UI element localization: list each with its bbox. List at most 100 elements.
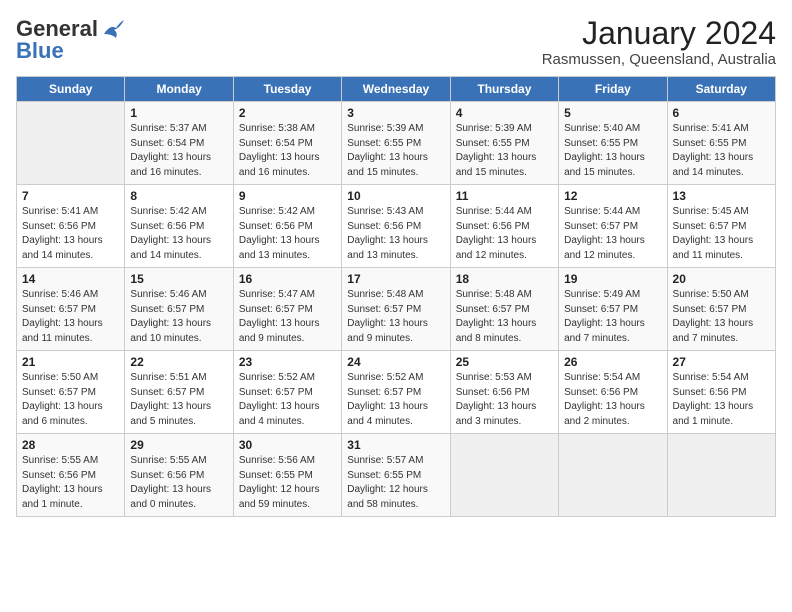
calendar-cell: [559, 434, 667, 517]
day-info: Sunrise: 5:57 AM Sunset: 6:55 PM Dayligh…: [347, 454, 444, 512]
col-header-tuesday: Tuesday: [233, 77, 341, 102]
calendar-cell: 13Sunrise: 5:45 AM Sunset: 6:57 PM Dayli…: [667, 185, 775, 268]
calendar-cell: 10 Sunrise: 5:43 AM Sunset: 6:56 PM Dayli…: [342, 185, 450, 268]
col-header-monday: Monday: [125, 77, 233, 102]
day-number: 23: [239, 355, 336, 369]
calendar-cell: [17, 102, 125, 185]
calendar-cell: [667, 434, 775, 517]
calendar-cell: 6 Sunrise: 5:41 AM Sunset: 6:55 PM Daylig…: [667, 102, 775, 185]
day-number: 8: [130, 189, 227, 203]
day-number: 27: [673, 355, 770, 369]
calendar-cell: 27 Sunrise: 5:54 AM Sunset: 6:56 PM Dayli…: [667, 351, 775, 434]
day-number: 25: [456, 355, 553, 369]
calendar-cell: 19 Sunrise: 5:49 AM Sunset: 6:57 PM Dayli…: [559, 268, 667, 351]
day-info: Sunrise: 5:55 AM Sunset: 6:56 PM Dayligh…: [22, 454, 119, 512]
day-info: Sunrise: 5:46 AM Sunset: 6:57 PM Dayligh…: [22, 288, 119, 346]
day-number: 18: [456, 272, 553, 286]
calendar-cell: 21 Sunrise: 5:50 AM Sunset: 6:57 PM Dayli…: [17, 351, 125, 434]
day-info: Sunrise: 5:54 AM Sunset: 6:56 PM Dayligh…: [673, 371, 770, 429]
day-info: Sunrise: 5:45 AM Sunset: 6:57 PM Dayligh…: [673, 205, 770, 263]
logo-bird-icon: [102, 20, 124, 38]
day-number: 17: [347, 272, 444, 286]
day-info: Sunrise: 5:42 AM Sunset: 6:56 PM Dayligh…: [239, 205, 336, 263]
day-number: 22: [130, 355, 227, 369]
day-info: Sunrise: 5:54 AM Sunset: 6:56 PM Dayligh…: [564, 371, 661, 429]
day-info: Sunrise: 5:41 AM Sunset: 6:56 PM Dayligh…: [22, 205, 119, 263]
day-info: Sunrise: 5:44 AM Sunset: 6:56 PM Dayligh…: [456, 205, 553, 263]
day-info: Sunrise: 5:46 AM Sunset: 6:57 PM Dayligh…: [130, 288, 227, 346]
day-number: 15: [130, 272, 227, 286]
day-number: 26: [564, 355, 661, 369]
day-info: Sunrise: 5:51 AM Sunset: 6:57 PM Dayligh…: [130, 371, 227, 429]
day-info: Sunrise: 5:47 AM Sunset: 6:57 PM Dayligh…: [239, 288, 336, 346]
day-number: 3: [347, 106, 444, 120]
calendar-cell: 31 Sunrise: 5:57 AM Sunset: 6:55 PM Dayli…: [342, 434, 450, 517]
col-header-thursday: Thursday: [450, 77, 558, 102]
day-number: 9: [239, 189, 336, 203]
day-number: 10: [347, 189, 444, 203]
day-number: 16: [239, 272, 336, 286]
day-info: Sunrise: 5:39 AM Sunset: 6:55 PM Dayligh…: [456, 122, 553, 180]
day-number: 28: [22, 438, 119, 452]
day-info: Sunrise: 5:37 AM Sunset: 6:54 PM Dayligh…: [130, 122, 227, 180]
col-header-saturday: Saturday: [667, 77, 775, 102]
day-number: 20: [673, 272, 770, 286]
day-number: 4: [456, 106, 553, 120]
day-info: Sunrise: 5:43 AM Sunset: 6:56 PM Dayligh…: [347, 205, 444, 263]
day-number: 24: [347, 355, 444, 369]
day-number: 19: [564, 272, 661, 286]
calendar-cell: 14 Sunrise: 5:46 AM Sunset: 6:57 PM Dayli…: [17, 268, 125, 351]
day-info: Sunrise: 5:52 AM Sunset: 6:57 PM Dayligh…: [239, 371, 336, 429]
day-number: 12: [564, 189, 661, 203]
calendar-cell: 16 Sunrise: 5:47 AM Sunset: 6:57 PM Dayli…: [233, 268, 341, 351]
day-info: Sunrise: 5:41 AM Sunset: 6:55 PM Dayligh…: [673, 122, 770, 180]
calendar-cell: 22 Sunrise: 5:51 AM Sunset: 6:57 PM Dayli…: [125, 351, 233, 434]
logo: General Blue: [16, 16, 124, 64]
day-number: 31: [347, 438, 444, 452]
day-number: 21: [22, 355, 119, 369]
calendar-table: SundayMondayTuesdayWednesdayThursdayFrid…: [16, 76, 776, 517]
day-number: 5: [564, 106, 661, 120]
calendar-cell: 8 Sunrise: 5:42 AM Sunset: 6:56 PM Daylig…: [125, 185, 233, 268]
day-info: Sunrise: 5:52 AM Sunset: 6:57 PM Dayligh…: [347, 371, 444, 429]
calendar-cell: 17 Sunrise: 5:48 AM Sunset: 6:57 PM Dayli…: [342, 268, 450, 351]
day-number: 11: [456, 189, 553, 203]
day-info: Sunrise: 5:49 AM Sunset: 6:57 PM Dayligh…: [564, 288, 661, 346]
day-number: 2: [239, 106, 336, 120]
day-info: Sunrise: 5:48 AM Sunset: 6:57 PM Dayligh…: [347, 288, 444, 346]
day-info: Sunrise: 5:55 AM Sunset: 6:56 PM Dayligh…: [130, 454, 227, 512]
day-number: 6: [673, 106, 770, 120]
logo-blue: Blue: [16, 38, 64, 64]
day-number: 29: [130, 438, 227, 452]
location-title: Rasmussen, Queensland, Australia: [542, 51, 776, 68]
title-block: January 2024 Rasmussen, Queensland, Aust…: [542, 16, 776, 68]
calendar-cell: 28 Sunrise: 5:55 AM Sunset: 6:56 PM Dayli…: [17, 434, 125, 517]
calendar-cell: 23 Sunrise: 5:52 AM Sunset: 6:57 PM Dayli…: [233, 351, 341, 434]
calendar-cell: 26 Sunrise: 5:54 AM Sunset: 6:56 PM Dayli…: [559, 351, 667, 434]
day-number: 1: [130, 106, 227, 120]
col-header-wednesday: Wednesday: [342, 77, 450, 102]
day-info: Sunrise: 5:50 AM Sunset: 6:57 PM Dayligh…: [673, 288, 770, 346]
calendar-cell: 2 Sunrise: 5:38 AM Sunset: 6:54 PM Daylig…: [233, 102, 341, 185]
day-number: 30: [239, 438, 336, 452]
day-number: 14: [22, 272, 119, 286]
day-info: Sunrise: 5:53 AM Sunset: 6:56 PM Dayligh…: [456, 371, 553, 429]
day-info: Sunrise: 5:42 AM Sunset: 6:56 PM Dayligh…: [130, 205, 227, 263]
calendar-cell: 3 Sunrise: 5:39 AM Sunset: 6:55 PM Daylig…: [342, 102, 450, 185]
calendar-cell: 11 Sunrise: 5:44 AM Sunset: 6:56 PM Dayli…: [450, 185, 558, 268]
calendar-cell: 24 Sunrise: 5:52 AM Sunset: 6:57 PM Dayli…: [342, 351, 450, 434]
day-info: Sunrise: 5:38 AM Sunset: 6:54 PM Dayligh…: [239, 122, 336, 180]
calendar-cell: 5Sunrise: 5:40 AM Sunset: 6:55 PM Daylig…: [559, 102, 667, 185]
calendar-cell: 29 Sunrise: 5:55 AM Sunset: 6:56 PM Dayli…: [125, 434, 233, 517]
month-title: January 2024: [542, 16, 776, 51]
calendar-cell: 1 Sunrise: 5:37 AM Sunset: 6:54 PM Daylig…: [125, 102, 233, 185]
calendar-cell: 30Sunrise: 5:56 AM Sunset: 6:55 PM Dayli…: [233, 434, 341, 517]
day-number: 7: [22, 189, 119, 203]
page-header: General Blue January 2024 Rasmussen, Que…: [16, 16, 776, 68]
calendar-cell: 9 Sunrise: 5:42 AM Sunset: 6:56 PM Daylig…: [233, 185, 341, 268]
day-info: Sunrise: 5:39 AM Sunset: 6:55 PM Dayligh…: [347, 122, 444, 180]
calendar-cell: [450, 434, 558, 517]
day-info: Sunrise: 5:44 AM Sunset: 6:57 PM Dayligh…: [564, 205, 661, 263]
calendar-cell: 12 Sunrise: 5:44 AM Sunset: 6:57 PM Dayli…: [559, 185, 667, 268]
day-info: Sunrise: 5:50 AM Sunset: 6:57 PM Dayligh…: [22, 371, 119, 429]
